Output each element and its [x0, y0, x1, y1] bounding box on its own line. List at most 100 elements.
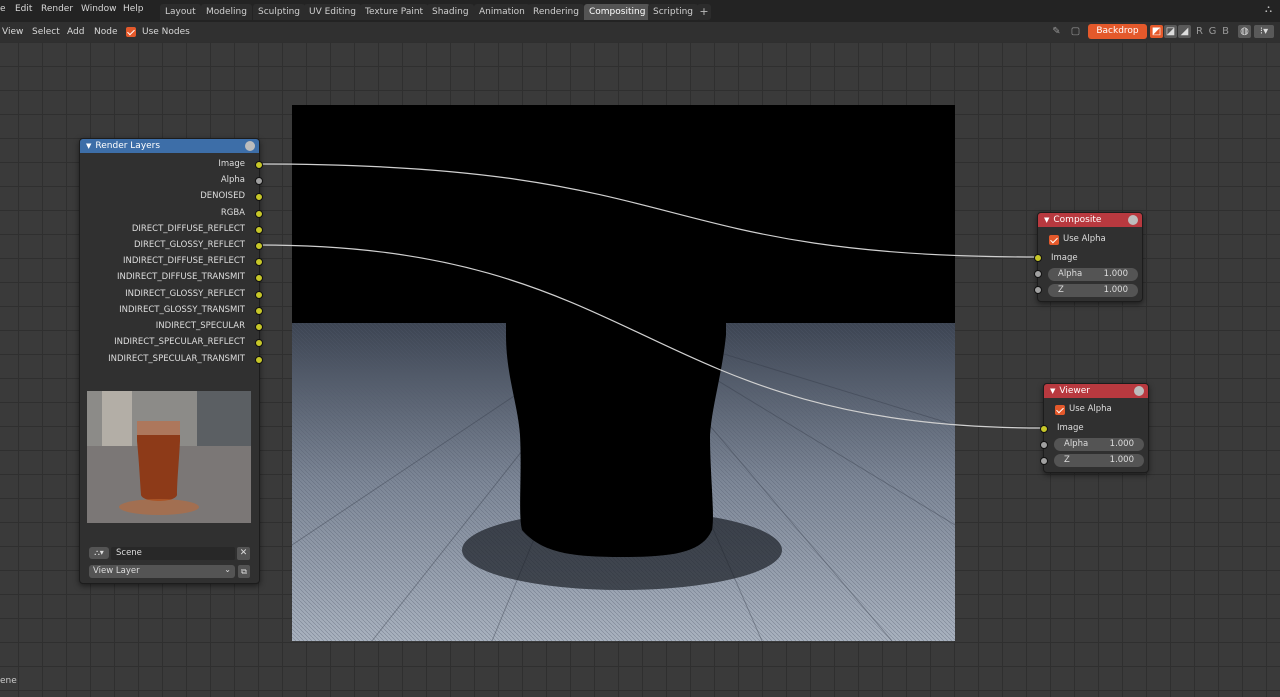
output-image: Image — [218, 159, 245, 169]
menu-window[interactable]: Window — [81, 4, 117, 14]
tab-scripting[interactable]: Scripting — [648, 4, 699, 20]
menu-file[interactable]: e — [0, 4, 6, 14]
alpha-label: Alpha — [1064, 439, 1089, 449]
socket-indirect-specular[interactable] — [255, 323, 263, 331]
z-value: 1.000 — [1109, 455, 1134, 465]
output-indirect-glossy-reflect: INDIRECT_GLOSSY_REFLECT — [125, 289, 245, 299]
z-field[interactable]: Z 1.000 — [1054, 454, 1144, 467]
close-icon[interactable]: ✕ — [237, 547, 250, 560]
input-image-label: Image — [1057, 423, 1084, 433]
socket-indirect-diffuse-reflect[interactable] — [255, 258, 263, 266]
viewer-header[interactable]: ▼ Viewer — [1044, 384, 1148, 398]
menu-edit[interactable]: Edit — [15, 4, 32, 14]
channel-b[interactable]: B — [1219, 25, 1232, 38]
tab-texture-paint[interactable]: Texture Paint — [360, 4, 429, 20]
viewer-node[interactable]: ▼ Viewer Use Alpha Image Alpha 1.000 Z 1.… — [1043, 383, 1149, 473]
collapse-icon[interactable]: ▼ — [1044, 216, 1049, 224]
node-title: Composite — [1053, 215, 1102, 225]
alpha-field[interactable]: Alpha 1.000 — [1048, 268, 1138, 281]
globe-icon — [1134, 386, 1144, 396]
channel-color-icon[interactable]: ◪ — [1164, 25, 1177, 38]
tab-layout[interactable]: Layout — [160, 4, 201, 20]
output-direct-diffuse-reflect: DIRECT_DIFFUSE_REFLECT — [131, 224, 245, 234]
collapse-icon[interactable]: ▼ — [86, 142, 91, 150]
view-layer-label: View Layer — [93, 566, 140, 576]
render-layers-header[interactable]: ▼ Render Layers — [80, 139, 259, 153]
composite-socket-z[interactable] — [1034, 286, 1042, 294]
menu-view[interactable]: View — [2, 27, 23, 37]
scene-label: Scene — [116, 548, 142, 558]
socket-indirect-diffuse-transmit[interactable] — [255, 274, 263, 282]
alpha-value: 1.000 — [1109, 439, 1134, 449]
use-alpha-checkbox[interactable] — [1055, 405, 1065, 415]
input-image-label: Image — [1051, 253, 1078, 263]
channel-g[interactable]: G — [1206, 25, 1219, 38]
socket-denoised[interactable] — [255, 193, 263, 201]
socket-rgba[interactable] — [255, 210, 263, 218]
use-alpha-label: Use Alpha — [1063, 234, 1106, 244]
z-label: Z — [1064, 455, 1070, 465]
overlay-icon[interactable]: ◍ — [1238, 25, 1251, 38]
output-denoised: DENOISED — [200, 191, 245, 201]
tab-animation[interactable]: Animation — [474, 4, 530, 20]
use-nodes-label: Use Nodes — [142, 27, 190, 37]
use-alpha-checkbox[interactable] — [1049, 235, 1059, 245]
viewer-socket-alpha[interactable] — [1040, 441, 1048, 449]
chevron-down-icon: ⌄ — [224, 565, 231, 574]
menu-add[interactable]: Add — [67, 27, 84, 37]
pin-icon[interactable]: ✎ — [1050, 25, 1063, 38]
channel-alpha-icon[interactable]: ◢ — [1178, 25, 1191, 38]
render-preview-image — [87, 391, 251, 523]
socket-direct-diffuse-reflect[interactable] — [255, 226, 263, 234]
socket-indirect-specular-transmit[interactable] — [255, 356, 263, 364]
tab-modeling[interactable]: Modeling — [201, 4, 252, 20]
backdrop-toggle-button[interactable]: Backdrop — [1088, 24, 1147, 39]
viewer-socket-z[interactable] — [1040, 457, 1048, 465]
menu-help[interactable]: Help — [123, 4, 144, 14]
socket-direct-glossy-reflect[interactable] — [255, 242, 263, 250]
composite-socket-image[interactable] — [1034, 254, 1042, 262]
menu-select[interactable]: Select — [32, 27, 60, 37]
z-label: Z — [1058, 285, 1064, 295]
output-indirect-specular-transmit: INDIRECT_SPECULAR_TRANSMIT — [108, 354, 245, 364]
tab-rendering[interactable]: Rendering — [528, 4, 584, 20]
scene-field[interactable]: Scene — [111, 547, 235, 560]
channel-r[interactable]: R — [1193, 25, 1206, 38]
z-field[interactable]: Z 1.000 — [1048, 284, 1138, 297]
node-title: Render Layers — [95, 141, 161, 151]
render-layers-node[interactable]: ▼ Render Layers Image Alpha DENOISED RGBA… — [79, 138, 260, 584]
tab-sculpting[interactable]: Sculpting — [253, 4, 306, 20]
alpha-field[interactable]: Alpha 1.000 — [1054, 438, 1144, 451]
alpha-value: 1.000 — [1103, 269, 1128, 279]
viewer-socket-image[interactable] — [1040, 425, 1048, 433]
socket-alpha[interactable] — [255, 177, 263, 185]
output-direct-glossy-reflect: DIRECT_GLOSSY_REFLECT — [133, 240, 245, 250]
composite-node[interactable]: ▼ Composite Use Alpha Image Alpha 1.000 Z… — [1037, 212, 1143, 302]
add-workspace-button[interactable]: + — [697, 4, 711, 20]
socket-indirect-glossy-reflect[interactable] — [255, 291, 263, 299]
tab-uv-editing[interactable]: UV Editing — [304, 4, 361, 20]
link-image-composite — [258, 163, 1038, 258]
use-nodes-checkbox[interactable] — [126, 27, 136, 37]
composite-header[interactable]: ▼ Composite — [1038, 213, 1142, 227]
collapse-icon[interactable]: ▼ — [1050, 387, 1055, 395]
socket-indirect-glossy-transmit[interactable] — [255, 307, 263, 315]
view-layer-dropdown[interactable]: View Layer ⌄ — [89, 565, 235, 578]
output-indirect-specular: INDIRECT_SPECULAR — [155, 321, 245, 331]
gizmo-icon[interactable]: ⁝▾ — [1254, 25, 1274, 38]
menu-render[interactable]: Render — [41, 4, 73, 14]
menu-node[interactable]: Node — [94, 27, 118, 37]
alpha-label: Alpha — [1058, 269, 1083, 279]
scene-selector-icon[interactable]: ⛬▾ — [89, 547, 109, 559]
new-icon[interactable]: ⧉ — [238, 565, 250, 578]
backdrop-fit-icon[interactable]: ▢ — [1069, 25, 1082, 38]
tab-shading[interactable]: Shading — [427, 4, 474, 20]
channel-color-alpha-icon[interactable]: ◩ — [1150, 25, 1163, 38]
tab-compositing[interactable]: Compositing — [584, 4, 651, 20]
socket-image[interactable] — [255, 161, 263, 169]
globe-icon — [245, 141, 255, 151]
output-alpha: Alpha — [220, 175, 245, 185]
socket-indirect-specular-reflect[interactable] — [255, 339, 263, 347]
composite-socket-alpha[interactable] — [1034, 270, 1042, 278]
scene-icon[interactable]: ⛬ — [1265, 4, 1279, 18]
